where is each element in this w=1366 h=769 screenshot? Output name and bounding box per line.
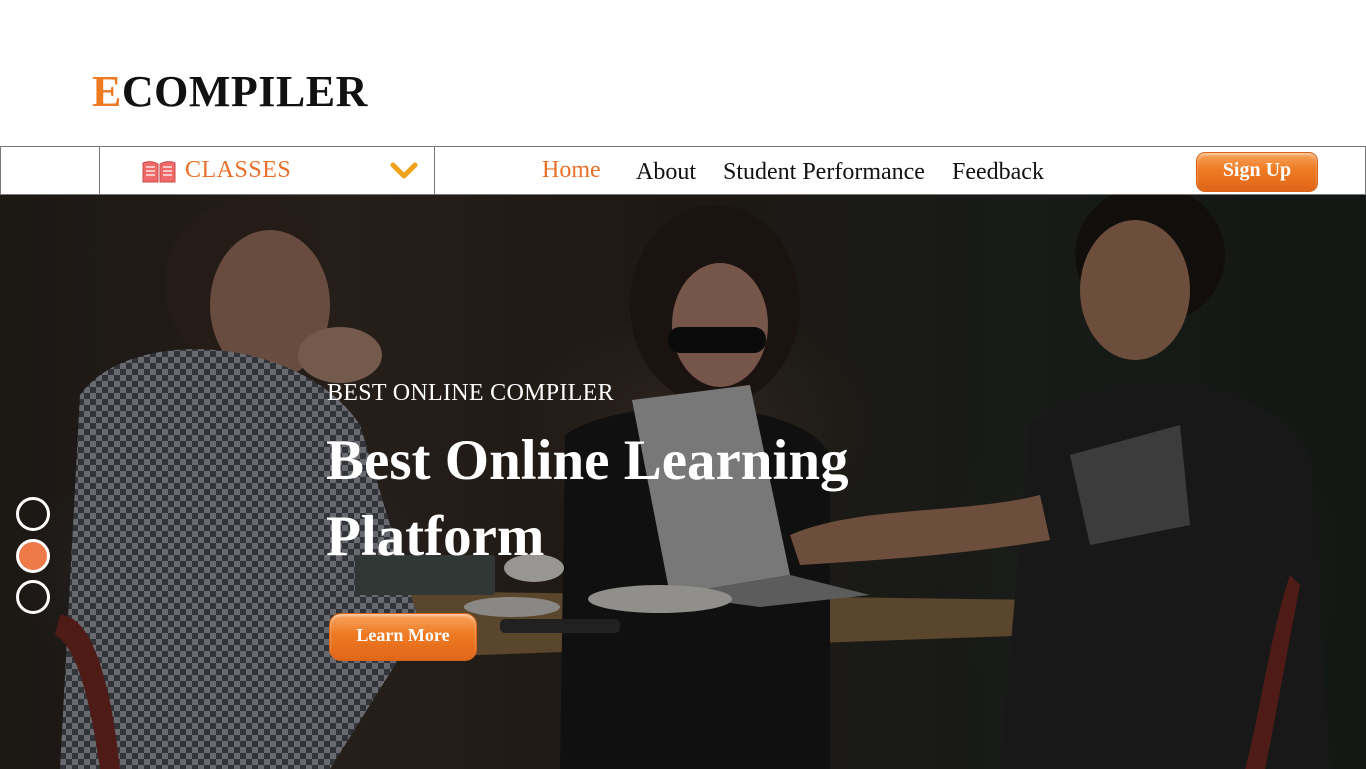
hero-banner: BEST ONLINE COMPILER Best Online Learnin… bbox=[0, 195, 1366, 769]
sign-up-button[interactable]: Sign Up bbox=[1196, 152, 1318, 192]
site-logo[interactable]: ECOMPILER bbox=[92, 66, 368, 117]
chevron-down-icon bbox=[390, 162, 418, 179]
learn-more-button[interactable]: Learn More bbox=[329, 613, 477, 661]
nav-link-feedback[interactable]: Feedback bbox=[952, 159, 1044, 186]
logo-text: COMPILER bbox=[121, 67, 368, 116]
main-navbar: CLASSES Home About Student Performance F… bbox=[0, 146, 1366, 195]
slide-indicator-3[interactable] bbox=[16, 580, 50, 614]
logo-header: ECOMPILER bbox=[0, 0, 1366, 146]
classes-label: CLASSES bbox=[185, 157, 292, 183]
nav-link-home[interactable]: Home bbox=[542, 157, 601, 184]
hero-subtitle: BEST ONLINE COMPILER bbox=[327, 380, 614, 406]
nav-link-about[interactable]: About bbox=[636, 159, 696, 186]
classes-dropdown[interactable]: CLASSES bbox=[99, 146, 435, 195]
nav-link-student-performance[interactable]: Student Performance bbox=[723, 159, 925, 186]
slide-indicator-2[interactable] bbox=[16, 539, 50, 573]
logo-accent-letter: E bbox=[92, 67, 122, 116]
open-book-icon bbox=[142, 161, 176, 183]
hero-title: Best Online Learning Platform bbox=[326, 429, 849, 568]
slide-indicator-1[interactable] bbox=[16, 497, 50, 531]
